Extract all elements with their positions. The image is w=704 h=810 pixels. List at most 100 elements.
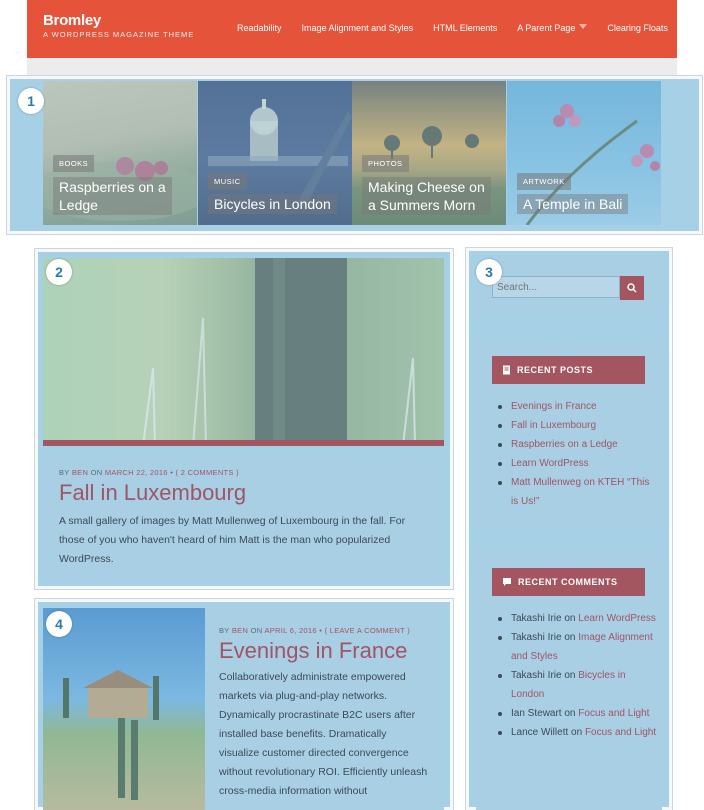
comment-icon [503,578,511,586]
comment-author: Ian Stewart [511,708,562,719]
site-title[interactable]: Bromley [43,12,194,29]
comment-author: Takashi Irie [511,670,562,681]
widget-title-text: RECENT COMMENTS [518,577,618,587]
meta-by: BY [59,468,70,477]
recent-posts-list: Evenings in France Fall in Luxembourg Ra… [496,397,656,511]
post-date-link[interactable]: MARCH 22, 2016 [105,468,168,477]
featured-title[interactable]: A Temple in Bali [517,194,629,214]
comment-on: on [564,632,576,643]
search-input[interactable] [492,276,620,298]
post-meta: BY BEN ON APRIL 6, 2016 • ( LEAVE A COMM… [219,626,410,635]
meta-separator: • [319,626,323,635]
list-item: Raspberries on a Ledge [496,435,656,454]
nav-label: Image Alignment and Styles [301,23,414,33]
second-post-image[interactable] [43,608,205,810]
featured-title-line: a Summers Morn [368,197,476,213]
post-title[interactable]: Evenings in France [219,638,407,664]
widget-title-text: RECENT POSTS [517,365,594,375]
comment-post-link[interactable]: Focus and Light [578,708,649,719]
list-item: Takashi Irie on Image Alignment and Styl… [496,628,658,666]
region-number-badge: 2 [46,259,72,285]
site-header: Bromley A WORDPRESS MAGAZINE THEME Reada… [27,0,677,58]
featured-title[interactable]: Raspberries on a Ledge [53,177,172,215]
region-number-badge: 4 [46,611,72,637]
post-excerpt: Collaboratively administrate empowered m… [219,671,428,797]
nav-item-parent-page[interactable]: A Parent Page [517,23,588,33]
list-item: Matt Mullenweg on KTEH “This is Us!” [496,473,656,511]
recent-post-link[interactable]: Learn WordPress [511,458,589,469]
dropdown-caret-icon [579,23,588,29]
list-item: Fall in Luxembourg [496,416,656,435]
comment-author: Lance Willett [511,727,569,738]
header-bottom-strip [27,58,677,76]
post-comments-link[interactable]: ( 2 COMMENTS ) [176,468,239,477]
list-item: Learn WordPress [496,454,656,473]
nav-item-readability[interactable]: Readability [237,23,282,33]
region-number-badge: 3 [476,259,502,285]
list-item: Takashi Irie on Learn WordPress [496,609,658,628]
image-overlay [43,608,205,810]
comment-on: on [564,613,576,624]
post-title[interactable]: Fall in Luxembourg [59,480,246,506]
comment-author: Takashi Irie [511,613,562,624]
featured-title-line: Making Cheese on [368,179,485,195]
nav-item-html-elements[interactable]: HTML Elements [433,23,497,33]
featured-post-temple[interactable]: ARTWORK A Temple in Bali [507,81,661,225]
site-branding[interactable]: Bromley A WORDPRESS MAGAZINE THEME [43,12,194,39]
search-widget [476,258,662,314]
nav-item-image-alignment[interactable]: Image Alignment and Styles [302,23,414,33]
list-item: Evenings in France [496,397,656,416]
list-item: Ian Stewart on Focus and Light [496,704,658,723]
featured-title-line: A Temple in Bali [523,196,623,212]
featured-category[interactable]: PHOTOS [362,155,409,172]
featured-category[interactable]: ARTWORK [517,173,571,190]
post-author-link[interactable]: BEN [232,626,248,635]
image-accent-bar [43,440,444,446]
meta-separator: • [170,468,174,477]
post-author-link[interactable]: BEN [72,468,88,477]
image-overlay [43,258,444,446]
recent-comments-list: Takashi Irie on Learn WordPress Takashi … [496,609,658,742]
nav-label: HTML Elements [433,23,498,33]
nav-item-clearing-floats[interactable]: Clearing Floats [607,23,668,33]
widget-title: RECENT POSTS [492,356,645,384]
comment-post-link[interactable]: Learn WordPress [578,613,656,624]
recent-post-link[interactable]: Evenings in France [511,401,597,412]
comment-author: Takashi Irie [511,632,562,643]
search-icon [627,283,637,293]
recent-post-link[interactable]: Matt Mullenweg on KTEH “This is Us!” [511,477,649,507]
recent-posts-widget: RECENT POSTS Evenings in France Fall in … [476,340,662,526]
nav-label: Readability [237,23,282,33]
featured-title-line: Bicycles in London [214,196,331,212]
featured-title-line: Raspberries on a [59,179,166,195]
list-item: Lance Willett on Focus and Light [496,723,658,742]
nav-label: Clearing Floats [607,23,668,33]
second-post-body: BY BEN ON APRIL 6, 2016 • ( LEAVE A COMM… [205,608,444,810]
featured-post-raspberries[interactable]: BOOKS Raspberries on a Ledge [43,81,197,225]
main-navigation: Readability Image Alignment and Styles H… [237,23,668,33]
document-icon [503,365,510,375]
comment-on: on [564,670,576,681]
recent-post-link[interactable]: Raspberries on a Ledge [511,439,618,450]
meta-on: ON [90,468,103,477]
featured-post-bicycles[interactable]: MUSIC Bicycles in London [198,81,352,225]
comment-post-link[interactable]: Focus and Light [585,727,656,738]
list-item: Takashi Irie on Bicycles in London [496,666,658,704]
widget-title: RECENT COMMENTS [492,568,645,596]
post-excerpt: A small gallery of images by Matt Mullen… [59,515,406,565]
region-number-badge: 1 [18,88,44,114]
main-post-image[interactable] [43,258,444,446]
featured-category[interactable]: BOOKS [53,155,95,172]
post-date-link[interactable]: APRIL 6, 2016 [264,626,316,635]
comment-on: on [564,708,576,719]
featured-title-line: Ledge [59,197,98,213]
site-tagline: A WORDPRESS MAGAZINE THEME [43,30,195,39]
featured-category[interactable]: MUSIC [208,173,247,190]
search-button[interactable] [620,276,644,300]
featured-post-cheese[interactable]: PHOTOS Making Cheese on a Summers Morn [352,81,506,225]
featured-title[interactable]: Bicycles in London [208,194,337,214]
post-comments-link[interactable]: ( LEAVE A COMMENT ) [325,626,410,635]
recent-post-link[interactable]: Fall in Luxembourg [511,420,596,431]
comment-on: on [571,727,583,738]
featured-title[interactable]: Making Cheese on a Summers Morn [362,177,491,215]
